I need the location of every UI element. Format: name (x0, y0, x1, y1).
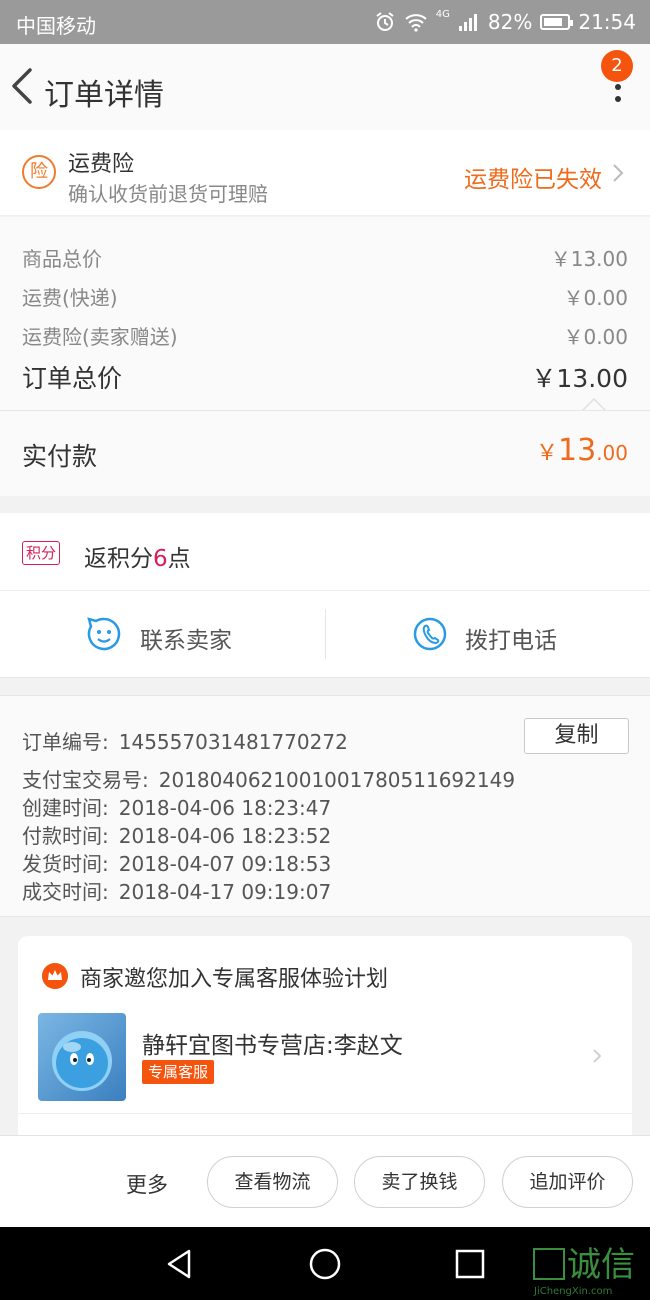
phone-icon (413, 617, 447, 651)
service-card-title: 商家邀您加入专属客服体验计划 (80, 967, 389, 992)
exclusive-service-tag: 专属客服 (142, 1060, 215, 1084)
watermark-url: JiChengXin.com (534, 1286, 613, 1297)
contact-seller-button[interactable]: 联系卖家 (0, 591, 325, 678)
back-triangle-icon[interactable] (163, 1247, 197, 1281)
wifi-icon (405, 14, 427, 32)
insurance-icon: 险 (22, 155, 56, 189)
recents-square-icon[interactable] (453, 1247, 487, 1281)
shipping-insurance-row[interactable]: 险 运费险 确认收货前退货可理赔 运费险已失效 (0, 130, 650, 216)
call-phone-button[interactable]: 拨打电话 (326, 591, 650, 678)
contact-bar: 联系卖家 拨打电话 (0, 591, 650, 678)
points-row: 积分 返积分6点 (0, 513, 650, 591)
chevron-right-icon (593, 1049, 602, 1063)
more-actions-link[interactable]: 更多 (126, 1169, 168, 1199)
notification-badge: 2 (601, 50, 633, 82)
battery-fill (544, 18, 563, 26)
insurance-title: 运费险 (68, 152, 135, 177)
battery-icon (540, 14, 574, 30)
resell-button[interactable]: 卖了换钱 (354, 1156, 485, 1208)
alarm-icon (376, 12, 394, 31)
insurance-subtitle: 确认收货前退货可理赔 (68, 182, 268, 206)
chat-face-icon (87, 617, 121, 651)
contact-seller-label: 联系卖家 (140, 628, 232, 654)
add-review-button[interactable]: 追加评价 (502, 1156, 633, 1208)
alipay-trade-row: 支付宝交易号: 2018040621001001780511692149 (22, 768, 516, 792)
order-detail-screen: 中国移动 4G 82% 21:54 订单详情 2 险 运费险 确认收货前退货可理… (0, 0, 650, 1300)
chevron-right-icon (613, 164, 624, 182)
copy-button[interactable]: 复制 (524, 718, 629, 754)
crown-icon (42, 963, 68, 989)
price-summary: 商品总价 ￥13.00 运费(快递) ￥0.00 运费险(卖家赠送) ￥0.00 订单… (0, 217, 650, 410)
network-type: 4G (435, 8, 450, 20)
bottom-action-bar: 更多 查看物流 卖了换钱 追加评价 (0, 1135, 650, 1227)
divider (18, 1113, 632, 1114)
battery-percent: 82% (487, 10, 533, 34)
insurance-status: 运费险已失效 (464, 167, 602, 193)
price-row-goods: 商品总价 ￥13.00 (22, 247, 628, 271)
watermark-logo: 诚信 (533, 1248, 635, 1282)
points-tag: 积分 (22, 541, 61, 565)
created-time-row: 创建时间: 2018-04-06 18:23:47 (22, 796, 332, 820)
shop-avatar[interactable] (38, 1013, 126, 1101)
nav-bar: 订单详情 (0, 44, 650, 130)
page-title: 订单详情 (44, 78, 164, 113)
paid-time-row: 付款时间: 2018-04-06 18:23:52 (22, 824, 332, 848)
actual-payment-row: 实付款 ￥13.00 (0, 410, 650, 496)
clock: 21:54 (578, 10, 636, 34)
home-circle-icon[interactable] (308, 1247, 342, 1281)
order-number-row: 订单编号: 145557031481770272 (22, 730, 348, 754)
actual-payment-amount: ￥13.00 (535, 433, 628, 468)
carrier-name: 中国移动 (16, 14, 96, 38)
price-row-total: 订单总价 ￥13.00 (22, 364, 628, 393)
shipped-time-row: 发货时间: 2018-04-07 09:18:53 (22, 852, 332, 876)
order-info: 订单编号: 145557031481770272 复制 支付宝交易号: 201804… (0, 695, 650, 917)
shop-name[interactable]: 静轩宜图书专营店:李赵文 (142, 1026, 403, 1060)
price-row-insurance: 运费险(卖家赠送) ￥0.00 (22, 325, 628, 349)
exclusive-service-card: 商家邀您加入专属客服体验计划 静轩宜图书专营店:李赵文 专属客服 (18, 936, 632, 1166)
price-row-shipping: 运费(快递) ￥0.00 (22, 286, 628, 310)
qianniu-mascot-icon (52, 1031, 112, 1091)
status-icons: 4G 82% 21:54 (374, 8, 636, 34)
call-phone-label: 拨打电话 (465, 628, 557, 654)
completed-time-row: 成交时间: 2018-04-17 09:19:07 (22, 880, 332, 904)
points-text: 返积分6点 (84, 546, 191, 572)
signal-icon (458, 14, 477, 31)
back-arrow-icon[interactable] (8, 66, 38, 106)
watermark-box-icon (533, 1248, 565, 1280)
view-logistics-button[interactable]: 查看物流 (207, 1156, 338, 1208)
actual-payment-label: 实付款 (22, 442, 98, 471)
status-bar: 中国移动 4G 82% 21:54 (0, 0, 650, 44)
